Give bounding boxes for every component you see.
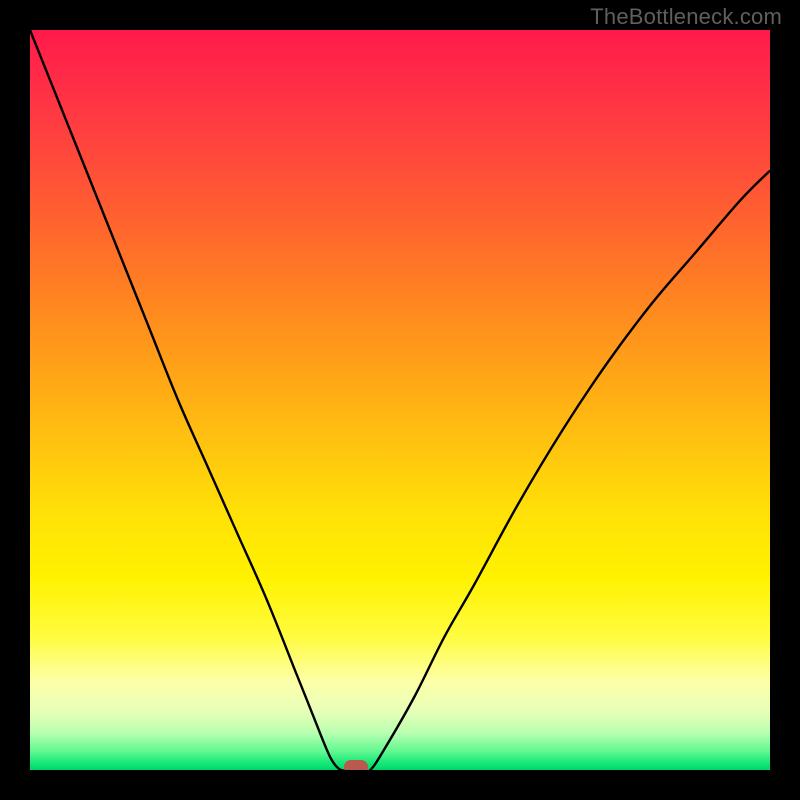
watermark-label: TheBottleneck.com <box>590 4 782 30</box>
curve-path <box>30 30 770 770</box>
bottleneck-curve <box>30 30 770 770</box>
chart-frame: TheBottleneck.com <box>0 0 800 800</box>
plot-area <box>30 30 770 770</box>
minimum-marker <box>344 760 368 770</box>
